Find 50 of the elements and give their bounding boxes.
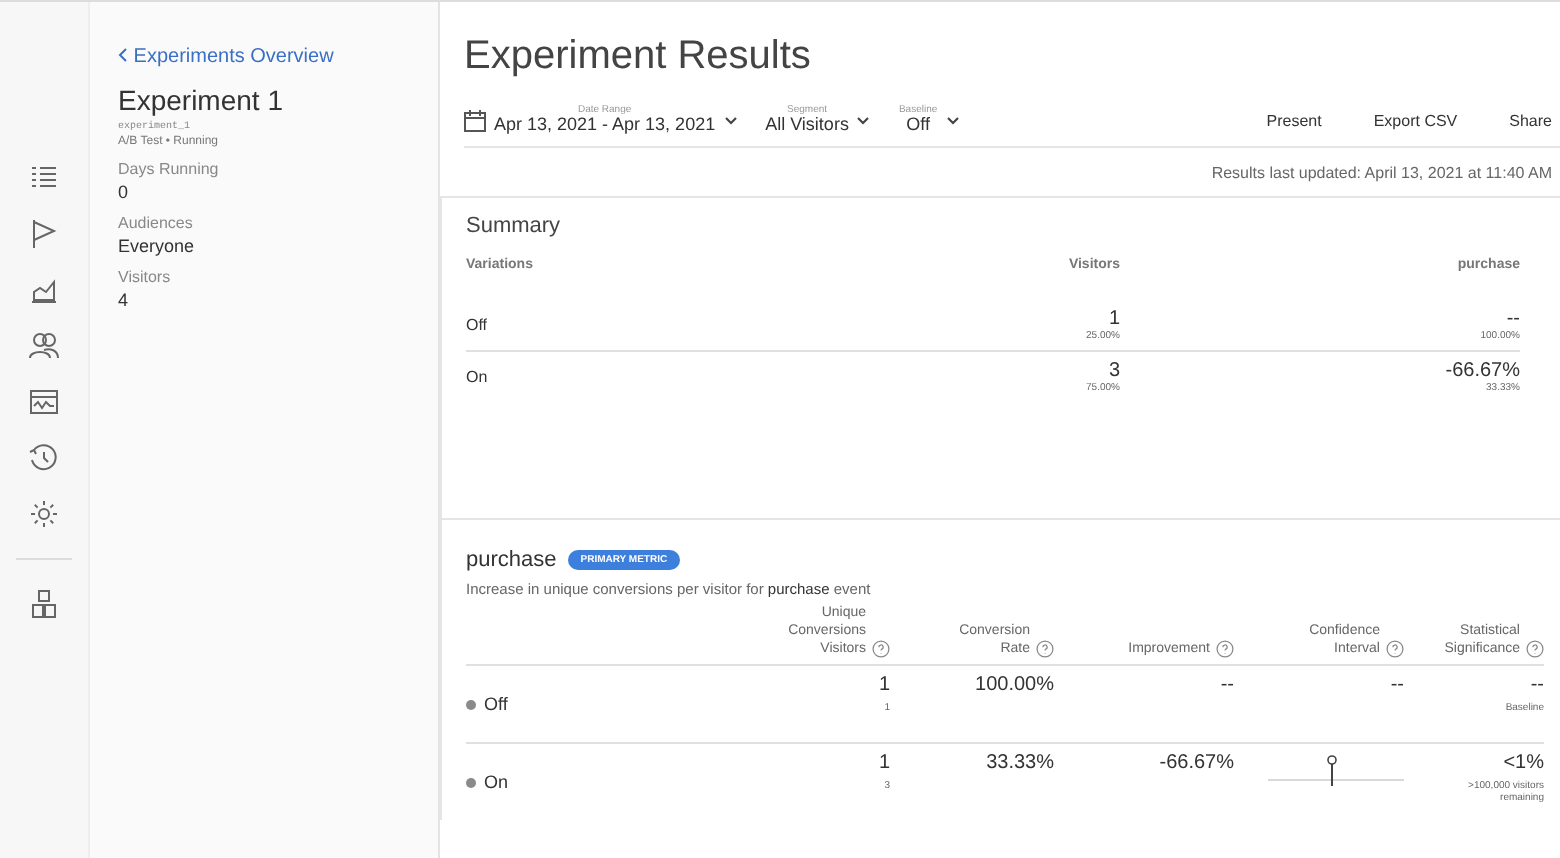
section-title: Summary — [466, 214, 563, 238]
help-icon[interactable] — [872, 640, 890, 659]
table-cell: <1% — [1503, 752, 1544, 775]
chevron-down-icon — [856, 115, 871, 125]
help-icon[interactable] — [1036, 640, 1054, 659]
toolbar-button[interactable]: Share — [1485, 111, 1552, 129]
experiment-title: Experiment 1 — [118, 84, 283, 116]
stat-value: 4 — [118, 290, 129, 310]
table-cell: -- — [1220, 674, 1234, 697]
table-cell: -- — [1390, 674, 1404, 697]
last-updated-text: Results last updated: April 13, 2021 at 11:40 AM — [1211, 162, 1554, 186]
toolbar-button[interactable]: Export CSV — [1349, 111, 1458, 129]
table-cell: -- — [1530, 674, 1544, 697]
chevron-down-icon — [723, 115, 738, 125]
settings-icon[interactable] — [28, 498, 60, 530]
back-link[interactable]: Experiments Overview — [118, 46, 334, 68]
table-cell: 3 — [1108, 360, 1120, 382]
stat-value: 0 — [118, 182, 129, 202]
users-icon[interactable] — [28, 330, 60, 362]
table-cell: -66.67% — [1159, 752, 1234, 775]
stat-label: Visitors — [118, 268, 171, 286]
monitor-icon[interactable] — [28, 386, 60, 418]
stat-value: Everyone — [118, 236, 195, 256]
confidence-interval-drawing — [1268, 752, 1404, 789]
blocks-icon[interactable] — [28, 588, 60, 620]
help-icon[interactable] — [1526, 640, 1544, 659]
chevron-down-icon — [945, 115, 960, 125]
table-cell: 1 — [878, 674, 890, 697]
variation-name: On — [484, 772, 509, 793]
table-cell: -- — [1506, 308, 1520, 330]
stat-label: Days Running — [118, 160, 219, 178]
table-cell: 100.00% — [975, 674, 1054, 697]
table-cell: 1 — [1108, 308, 1120, 330]
metric-title: purchase — [466, 548, 557, 572]
stat-label: Audiences — [118, 214, 193, 232]
variation-name: On — [466, 368, 488, 386]
help-icon[interactable] — [1216, 640, 1234, 659]
calendar-icon — [464, 109, 486, 131]
variation-name: Off — [466, 316, 488, 334]
variation-name: Off — [484, 694, 508, 715]
table-cell: 33.33% — [986, 752, 1054, 775]
history-icon[interactable] — [28, 442, 60, 474]
flag-icon[interactable] — [28, 218, 60, 250]
table-cell: -66.67% — [1445, 360, 1520, 382]
page-title: Experiment Results — [464, 34, 813, 80]
chart-icon[interactable] — [28, 274, 60, 306]
chevron-left-icon — [118, 48, 128, 62]
help-icon[interactable] — [1386, 640, 1404, 659]
toolbar-button[interactable]: Present — [1242, 111, 1322, 129]
table-cell: 1 — [878, 752, 890, 775]
